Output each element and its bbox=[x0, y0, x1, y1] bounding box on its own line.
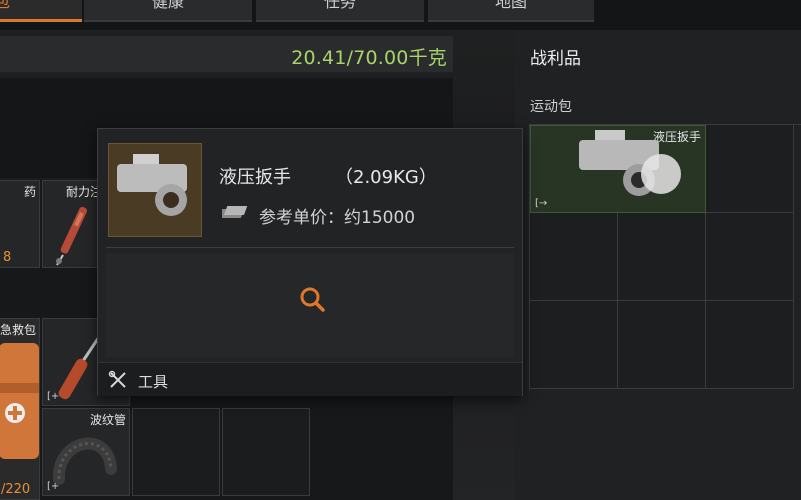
money-icon bbox=[222, 206, 248, 218]
tooltip-divider bbox=[106, 247, 514, 248]
tab-map[interactable]: 地图 bbox=[428, 0, 594, 22]
weight-readout: 20.41/70.00千克 bbox=[291, 47, 447, 69]
slot-corrugated-pipe[interactable]: 波纹管 [+ bbox=[42, 408, 130, 496]
slot-first-aid-label: 急救包 bbox=[0, 323, 36, 337]
magnifier-icon[interactable] bbox=[296, 283, 328, 315]
loot-grid-cell[interactable] bbox=[706, 301, 794, 389]
empty-slot[interactable] bbox=[222, 408, 310, 496]
loot-grid-cell[interactable] bbox=[530, 213, 618, 301]
pipe-icon bbox=[53, 437, 117, 485]
tab-health[interactable]: 健康 bbox=[84, 0, 252, 22]
slot-pipe-corner-icon: [+ bbox=[47, 481, 60, 492]
tab-bar: 包 健康 任务 地图 bbox=[0, 0, 801, 30]
game-inventory-screen: 包 健康 任务 地图 20.41/70.00千克 药 8 耐力注射剂 急救包 bbox=[0, 0, 801, 500]
container-name: 运动包 bbox=[530, 99, 572, 115]
slot-corrugated-pipe-label: 波纹管 bbox=[89, 413, 126, 427]
tooltip-item-weight: （2.09KG） bbox=[335, 167, 437, 188]
slot-medicine-label: 药 bbox=[23, 185, 36, 199]
item-tooltip: 液压扳手 （2.09KG） 参考单价：约15000 工具 bbox=[97, 128, 523, 396]
empty-slot[interactable] bbox=[132, 408, 220, 496]
hydraulic-wrench-icon bbox=[117, 154, 187, 216]
tooltip-inspect-area bbox=[106, 253, 514, 357]
slot-stamina-count: 8 bbox=[3, 250, 12, 265]
weight-bar: 20.41/70.00千克 bbox=[0, 36, 453, 72]
tooltip-item-thumbnail bbox=[108, 143, 202, 237]
tab-task-label: 任务 bbox=[323, 0, 356, 11]
tooltip-item-name: 液压扳手 bbox=[219, 167, 291, 188]
first-aid-kit-icon bbox=[0, 343, 39, 459]
slot-medicine[interactable]: 药 8 bbox=[0, 180, 40, 268]
loot-grid-cell[interactable] bbox=[618, 213, 706, 301]
tab-health-label: 健康 bbox=[151, 0, 184, 11]
tooltip-category-bar: 工具 bbox=[98, 362, 522, 396]
loot-grid-cell[interactable] bbox=[530, 301, 618, 389]
loot-grid-cell[interactable] bbox=[618, 301, 706, 389]
syringe-icon bbox=[56, 207, 88, 266]
hydraulic-wrench-icon bbox=[579, 130, 681, 196]
loot-grid: 液压扳手 [→ bbox=[529, 124, 801, 390]
loot-item-corner-icon: [→ bbox=[535, 198, 548, 209]
loot-title: 战利品 bbox=[530, 49, 581, 69]
tools-icon bbox=[108, 370, 126, 388]
tab-bag-label: 包 bbox=[0, 0, 10, 11]
loot-grid-cell[interactable] bbox=[706, 213, 794, 301]
tooltip-price: 参考单价：约15000 bbox=[259, 208, 416, 228]
loot-item-hydraulic-wrench[interactable]: 液压扳手 [→ bbox=[530, 125, 706, 213]
slot-screwdriver-corner-icon: [+ bbox=[47, 391, 60, 402]
tab-task[interactable]: 任务 bbox=[256, 0, 424, 22]
tab-bag[interactable]: 包 bbox=[0, 0, 82, 22]
loot-grid-cell[interactable] bbox=[706, 125, 794, 213]
tab-map-label: 地图 bbox=[494, 0, 527, 11]
screwdriver-icon bbox=[58, 336, 101, 400]
loot-panel: 战利品 运动包 液压扳手 [→ bbox=[515, 30, 801, 500]
tooltip-category: 工具 bbox=[138, 373, 169, 391]
slot-first-aid-count: /220 bbox=[1, 482, 31, 497]
slot-first-aid[interactable]: 急救包 /220 bbox=[0, 318, 40, 500]
